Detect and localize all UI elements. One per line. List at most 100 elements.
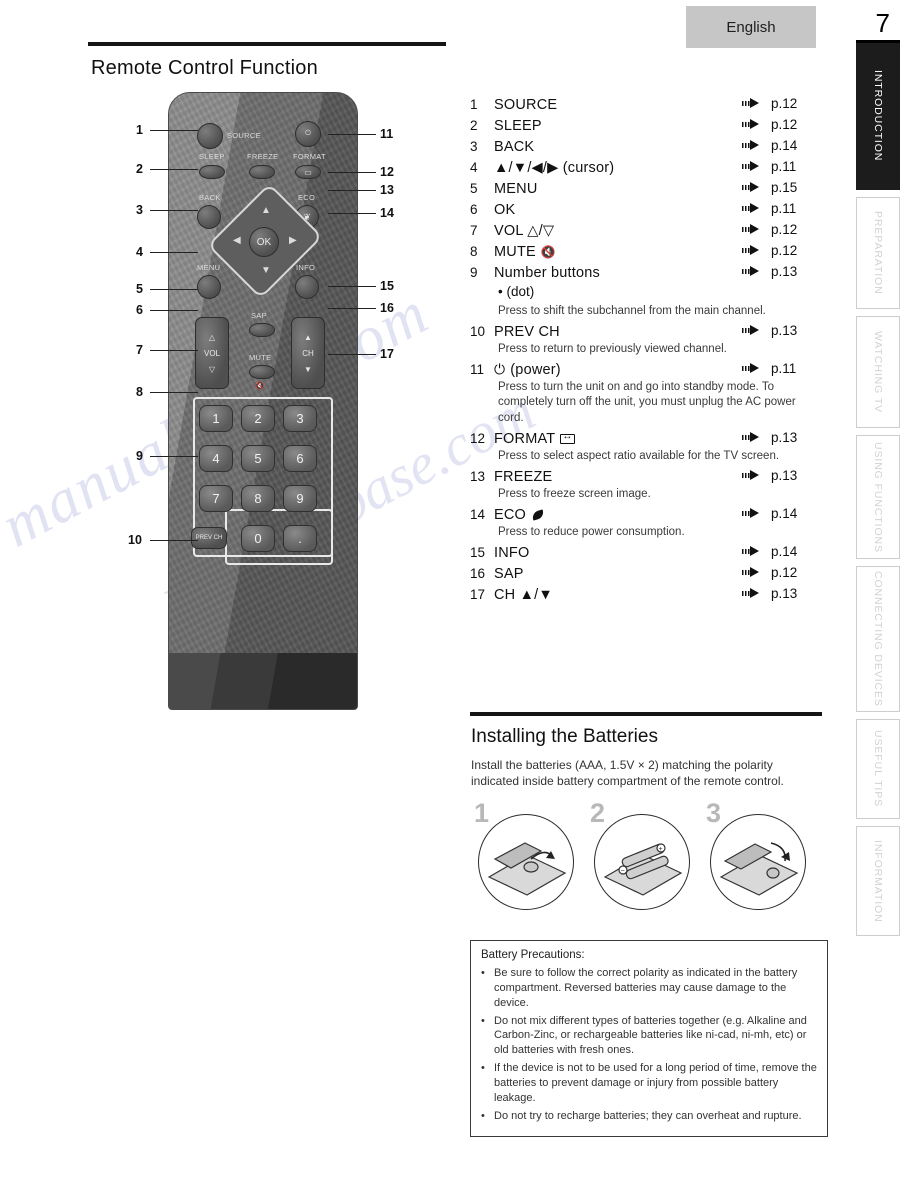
remote-button-format: ▭ [295, 165, 321, 179]
page-reference[interactable]: p.14 [742, 138, 822, 153]
section-tab-useful-tips[interactable]: USEFUL TIPS [856, 719, 900, 819]
batteries-title: Installing the Batteries [471, 725, 658, 747]
callout-number-16: 16 [380, 301, 394, 315]
remote-control-diagram: SOURCE ⏻ SLEEP FREEZE ▭ FORMAT BACK ❦ EC… [128, 92, 428, 717]
function-item-7: 7 VOL △/▽ p.12 [470, 222, 822, 239]
page-reference[interactable]: p.12 [742, 96, 822, 111]
remote-label-back: BACK [199, 193, 221, 202]
function-index: 3 [470, 139, 478, 154]
page-reference-label: p.12 [771, 222, 798, 237]
page-reference-label: p.11 [771, 201, 797, 216]
page-reference-arrow-icon [742, 140, 764, 151]
page-reference[interactable]: p.13 [742, 264, 822, 279]
remote-numkey-5: 5 [241, 445, 275, 472]
battery-step-number: 2 [590, 797, 606, 828]
section-tab-information[interactable]: INFORMATION [856, 826, 900, 936]
function-item-8: 8 MUTE 🔇 p.12 [470, 243, 822, 260]
remote-numkey-9: 9 [283, 485, 317, 512]
function-label-text: INFO [494, 545, 530, 562]
function-index: 11 [470, 362, 485, 378]
function-index: 17 [470, 587, 486, 603]
page-reference-arrow-icon [742, 363, 764, 374]
page-reference[interactable]: p.15 [742, 180, 822, 195]
function-item-15: 15 INFO p.14 [470, 544, 822, 561]
function-label-text: MENU [494, 181, 538, 197]
section-rule [88, 42, 446, 46]
function-index: 1 [470, 97, 478, 112]
callout-number-5: 5 [136, 282, 143, 296]
callout-leader-7 [150, 350, 198, 351]
power-icon: ⏻ [494, 361, 506, 378]
callout-leader-5 [150, 289, 198, 290]
batteries-rule [470, 712, 822, 716]
page-reference-label: p.14 [771, 544, 798, 560]
page-number: 7 [875, 8, 890, 38]
function-label: ECO [494, 507, 742, 523]
function-row: 12 FORMAT p.13 [470, 430, 822, 447]
bullet-icon: • [481, 1062, 485, 1075]
function-description: Press to reduce power consumption. [498, 526, 685, 539]
remote-button-vol: △ VOL ▽ [195, 317, 229, 389]
page-title: Remote Control Function [91, 57, 318, 79]
page-reference[interactable]: p.14 [742, 506, 822, 521]
function-label-text: SOURCE [494, 97, 558, 113]
remote-label-ch: CH [302, 348, 314, 358]
tab-strip-top-rule [856, 40, 900, 43]
page-reference-label: p.12 [771, 96, 798, 111]
precaution-text: Do not mix different types of batteries … [494, 1014, 807, 1057]
function-index: 7 [470, 223, 478, 238]
function-row: 11 ⏻ (power) p.11 [470, 361, 822, 378]
page-reference[interactable]: p.13 [742, 586, 822, 601]
section-tab-watching-tv[interactable]: WATCHING TV [856, 316, 900, 428]
function-sub-label: • (dot) [498, 284, 535, 299]
page-reference-label: p.12 [771, 565, 798, 581]
callout-leader-8 [150, 392, 198, 393]
section-tab-label: PREPARATION [872, 211, 884, 295]
precaution-text: Do not try to recharge batteries; they c… [494, 1109, 802, 1122]
function-label-text: SLEEP [494, 118, 542, 134]
function-row: 4 ▲/▼/◀/▶ (cursor) p.11 [470, 159, 822, 176]
function-row: 13 FREEZE p.13 [470, 468, 822, 485]
page-reference[interactable]: p.13 [742, 323, 822, 338]
remote-dpad-up-icon: ▲ [261, 205, 272, 216]
function-index: 6 [470, 202, 478, 217]
page-reference-label: p.12 [771, 117, 798, 132]
section-tab-preparation[interactable]: PREPARATION [856, 197, 900, 309]
page-reference[interactable]: p.13 [742, 468, 822, 483]
remote-numkey-4: 4 [199, 445, 233, 472]
page-reference[interactable]: p.11 [742, 159, 822, 174]
callout-leader-13 [328, 190, 376, 191]
section-tab-using-functions[interactable]: USING FUNCTIONS [856, 435, 900, 559]
section-tab-label: USING FUNCTIONS [872, 441, 884, 553]
batteries-intro: Install the batteries (AAA, 1.5V × 2) ma… [471, 757, 784, 789]
page-reference[interactable]: p.11 [742, 201, 822, 216]
function-index: 8 [470, 244, 478, 259]
callout-leader-14 [328, 213, 376, 214]
battery-precautions-box: Battery Precautions: • Be sure to follow … [470, 940, 828, 1138]
section-tab-connecting-devices[interactable]: CONNECTING DEVICES [856, 566, 900, 712]
battery-step-illustrations: 1 2 + −3 [472, 797, 822, 918]
page-reference[interactable]: p.12 [742, 565, 822, 580]
page-reference[interactable]: p.11 [742, 361, 822, 376]
bullet-icon: • [481, 1109, 485, 1122]
page-reference[interactable]: p.14 [742, 544, 822, 559]
callout-leader-15 [328, 286, 376, 287]
function-item-2: 2 SLEEP p.12 [470, 117, 822, 134]
function-description: Press to select aspect ratio available f… [498, 449, 780, 462]
function-row: 17 CH ▲/▼ p.13 [470, 586, 822, 603]
remote-label-format: FORMAT [293, 152, 326, 161]
page-reference[interactable]: p.12 [742, 117, 822, 132]
function-label-text: FREEZE [494, 468, 553, 485]
remote-label-sleep: SLEEP [199, 152, 225, 161]
battery-step-1: 1 [472, 798, 574, 918]
page-reference[interactable]: p.12 [742, 243, 822, 258]
section-tab-introduction[interactable]: INTRODUCTION [856, 42, 900, 190]
function-label: FREEZE [494, 469, 742, 485]
page-reference[interactable]: p.12 [742, 222, 822, 237]
function-index: 5 [470, 181, 478, 196]
page-reference[interactable]: p.13 [742, 430, 822, 445]
remote-label-info: INFO [296, 263, 316, 272]
function-item-1: 1 SOURCE p.12 [470, 96, 822, 113]
function-item-3: 3 BACK p.14 [470, 138, 822, 155]
language-label: English [726, 18, 776, 36]
